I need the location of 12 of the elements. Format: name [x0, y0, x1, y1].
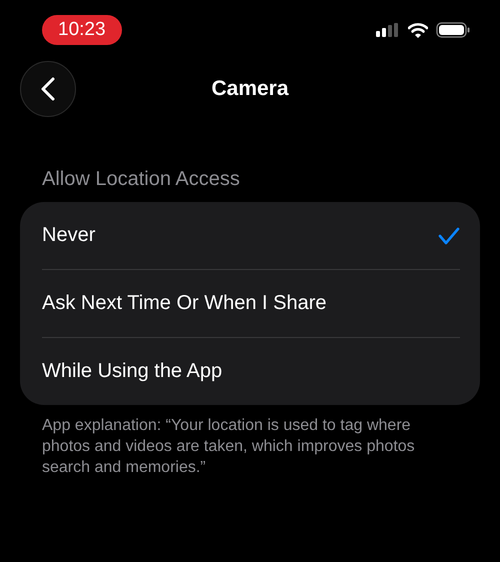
option-row[interactable]: While Using the App	[42, 337, 460, 405]
section-header: Allow Location Access	[42, 168, 241, 192]
option-row[interactable]: Ask Next Time Or When I Share	[42, 269, 460, 337]
chevron-left-icon	[41, 77, 55, 101]
status-time: 10:23	[42, 14, 122, 44]
option-row[interactable]: Never	[42, 202, 460, 269]
wifi-icon	[408, 22, 428, 38]
battery-icon	[436, 22, 470, 38]
signal-icon	[376, 23, 400, 37]
explanation-text: App explanation: “Your location is used to tag where photos and videos are taken, which improves photos search and memories.”	[42, 416, 416, 478]
checkmark-icon	[438, 226, 460, 244]
screen-title: Camera	[211, 77, 289, 101]
